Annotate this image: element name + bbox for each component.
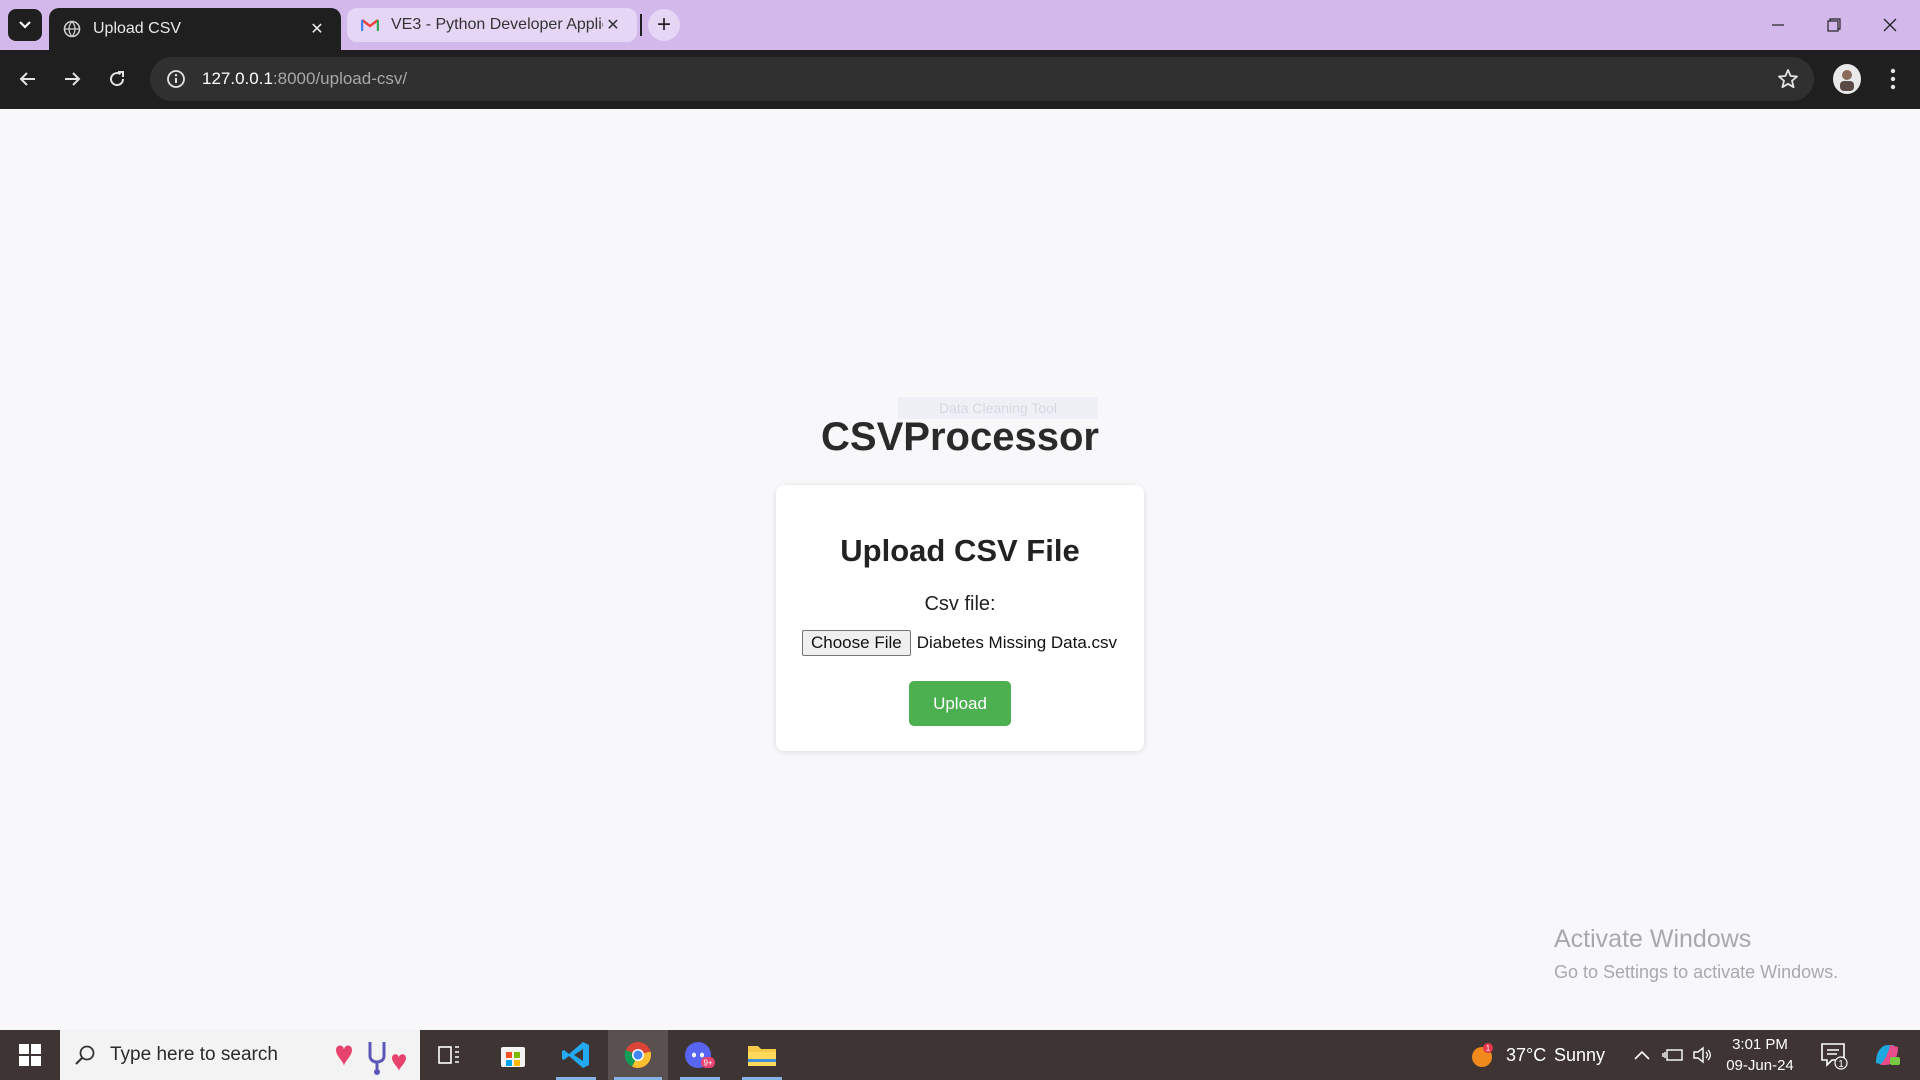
url-text: 127.0.0.1:8000/upload-csv/ <box>202 69 407 89</box>
tab-strip: Upload CSV ✕ VE3 - Python Developer Appl… <box>0 0 1920 50</box>
folder-icon <box>748 1046 776 1066</box>
reload-button[interactable] <box>99 61 135 97</box>
microsoft-store-button[interactable] <box>483 1030 543 1080</box>
tab-upload-csv[interactable]: Upload CSV ✕ <box>49 8 341 50</box>
close-tab-icon[interactable]: ✕ <box>603 15 623 35</box>
profile-avatar[interactable] <box>1833 64 1861 94</box>
notification-count: 1 <box>1838 1059 1844 1070</box>
upload-button[interactable]: Upload <box>909 681 1011 726</box>
file-explorer-button[interactable] <box>732 1030 792 1080</box>
browser-toolbar: 127.0.0.1:8000/upload-csv/ <box>0 50 1920 109</box>
url-host: 127.0.0.1 <box>202 69 273 88</box>
watermark-subtitle: Go to Settings to activate Windows. <box>1554 962 1839 982</box>
selected-file-name: Diabetes Missing Data.csv <box>916 633 1118 652</box>
tab-search-button[interactable] <box>8 9 42 41</box>
vscode-icon <box>562 1042 589 1068</box>
upload-heading: Upload CSV File <box>840 533 1080 568</box>
browser-menu-button[interactable] <box>1878 64 1908 94</box>
reload-icon <box>110 71 125 87</box>
tab-gmail[interactable]: VE3 - Python Developer Applica ✕ <box>347 8 637 42</box>
discord-icon: 9+ <box>685 1042 715 1068</box>
tab-divider <box>640 14 642 36</box>
vscode-button[interactable] <box>546 1030 606 1080</box>
clock-time: 3:01 PM <box>1732 1036 1788 1053</box>
upload-card: Upload CSV File Csv file: Choose File Di… <box>776 485 1144 751</box>
restore-icon <box>1827 18 1841 32</box>
new-tab-button[interactable]: + <box>648 9 680 41</box>
site-info-icon[interactable] <box>164 67 188 91</box>
weather-badge: 1 <box>1486 1044 1491 1053</box>
close-icon <box>1883 18 1897 32</box>
discord-button[interactable]: 9+ <box>670 1030 730 1080</box>
taskbar: Type here to search 9+ 1 37°C Sunny 3:01… <box>0 1030 1920 1080</box>
brand-title: CSVProcessor <box>821 415 1099 459</box>
restore-button[interactable] <box>1806 0 1862 50</box>
start-button[interactable] <box>0 1030 60 1080</box>
back-button[interactable] <box>10 61 46 97</box>
search-placeholder: Type here to search <box>110 1044 278 1065</box>
weather-temp[interactable]: 37°C <box>1506 1045 1546 1066</box>
copilot-button[interactable] <box>1862 1030 1912 1080</box>
copilot-icon <box>1876 1045 1900 1065</box>
url-path: :8000/upload-csv/ <box>272 69 408 88</box>
notification-icon: 1 <box>1821 1043 1848 1070</box>
health-doodle-icon <box>336 1042 406 1075</box>
globe-icon <box>63 20 81 38</box>
minimize-icon <box>1772 24 1784 26</box>
avatar-icon <box>1840 70 1854 91</box>
address-bar[interactable]: 127.0.0.1:8000/upload-csv/ <box>150 57 1814 101</box>
volume-icon[interactable] <box>1690 1030 1714 1080</box>
chrome-icon <box>624 1042 651 1068</box>
show-hidden-icons-button[interactable] <box>1630 1030 1654 1080</box>
activate-windows-watermark: Activate Windows Go to Settings to activ… <box>1554 925 1838 983</box>
weather-icon[interactable]: 1 <box>1464 1030 1500 1080</box>
windows-logo-icon <box>19 1044 41 1066</box>
tab-title: VE3 - Python Developer Applica <box>391 16 603 33</box>
bookmark-star-icon[interactable] <box>1776 67 1800 91</box>
chrome-button[interactable] <box>608 1030 668 1080</box>
taskbar-search-box[interactable]: Type here to search <box>60 1030 420 1080</box>
chevron-up-icon <box>1634 1050 1650 1060</box>
close-window-button[interactable] <box>1862 0 1918 50</box>
close-tab-icon[interactable]: ✕ <box>307 19 327 39</box>
store-icon <box>501 1047 525 1067</box>
taskbar-clock[interactable]: 3:01 PM 09-Jun-24 <box>1718 1034 1802 1076</box>
weather-condition[interactable]: Sunny <box>1554 1045 1605 1066</box>
clock-date: 09-Jun-24 <box>1726 1057 1794 1074</box>
more-vertical-icon <box>1890 68 1896 90</box>
task-view-button[interactable] <box>420 1030 480 1080</box>
tab-title: Upload CSV <box>93 20 182 37</box>
discord-badge: 9+ <box>703 1059 712 1068</box>
arrow-right-icon <box>65 72 81 86</box>
watermark-title: Activate Windows <box>1554 925 1752 953</box>
csv-file-label: Csv file: <box>924 593 996 615</box>
task-view-icon <box>438 1046 459 1064</box>
search-icon <box>75 1045 95 1065</box>
page-content: Data Cleaning Tool CSVProcessor Upload C… <box>0 109 1920 1030</box>
network-icon[interactable] <box>1660 1030 1686 1080</box>
arrow-left-icon <box>19 72 35 86</box>
minimize-button[interactable] <box>1750 0 1806 50</box>
gmail-icon <box>361 16 379 34</box>
file-input[interactable]: Choose File Diabetes Missing Data.csv <box>802 630 1117 656</box>
forward-button[interactable] <box>54 61 90 97</box>
choose-file-button[interactable]: Choose File <box>802 630 911 656</box>
plus-icon: + <box>656 11 671 38</box>
chevron-down-icon <box>19 21 31 29</box>
notification-center-button[interactable]: 1 <box>1814 1030 1854 1080</box>
